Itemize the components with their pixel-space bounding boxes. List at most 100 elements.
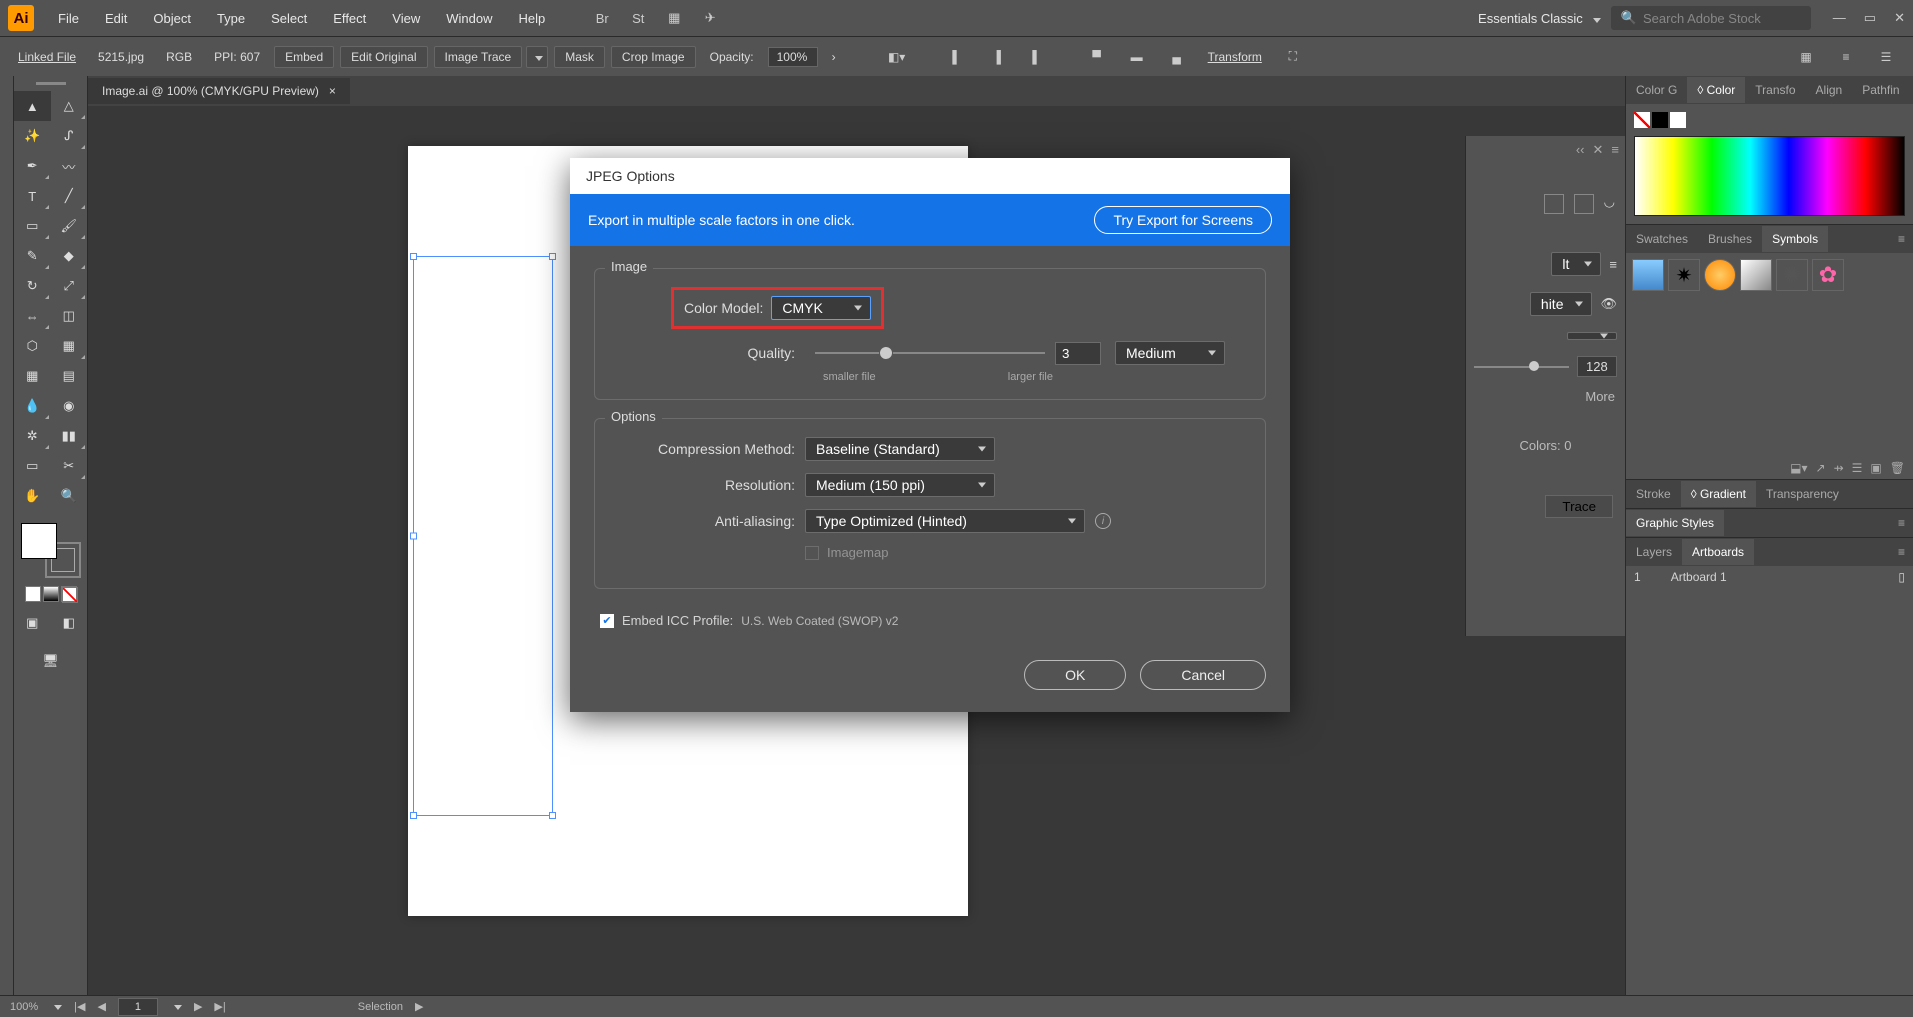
toolbox-grip[interactable]: [36, 82, 66, 85]
stock-icon[interactable]: St: [625, 5, 651, 31]
workspace-selector[interactable]: Essentials Classic: [1470, 7, 1609, 30]
eraser-tool[interactable]: ◆: [51, 241, 88, 271]
selection-frame[interactable]: [413, 256, 553, 816]
tab-brushes[interactable]: Brushes: [1698, 226, 1762, 252]
scale-tool[interactable]: ⤢: [51, 271, 88, 301]
color-mode-swatches[interactable]: [25, 586, 77, 602]
anti-aliasing-select[interactable]: Type Optimized (Hinted): [805, 509, 1085, 533]
menu-help[interactable]: Help: [506, 5, 557, 32]
hidden-slider-value[interactable]: 128: [1577, 356, 1617, 377]
panel-icon-3[interactable]: ☰: [1873, 44, 1899, 70]
symbols-delete-icon[interactable]: 🗑: [1890, 461, 1905, 475]
graph-tool[interactable]: ▮▮: [51, 421, 88, 451]
quality-input[interactable]: [1055, 342, 1101, 365]
align-left-icon[interactable]: ▌: [944, 44, 970, 70]
menu-file[interactable]: File: [46, 5, 91, 32]
menu-select[interactable]: Select: [259, 5, 319, 32]
eyedropper-tool[interactable]: 💧: [14, 391, 51, 421]
symbol-6[interactable]: ✿: [1812, 259, 1844, 291]
hidden-select-2[interactable]: hite: [1530, 292, 1593, 316]
shape-builder-tool[interactable]: ⬡: [14, 331, 51, 361]
tab-color[interactable]: ◊ Color: [1687, 77, 1745, 103]
embed-button[interactable]: Embed: [274, 46, 334, 68]
close-icon[interactable]: ✕: [1894, 10, 1905, 26]
symbols-options-icon[interactable]: ☰: [1852, 461, 1863, 475]
curvature-tool[interactable]: 〰: [51, 151, 88, 181]
nav-last-icon[interactable]: ▶|: [214, 1000, 225, 1013]
screen-mode-tool[interactable]: ▣: [14, 608, 51, 638]
maximize-icon[interactable]: ▭: [1864, 10, 1876, 26]
search-stock-input[interactable]: 🔍 Search Adobe Stock: [1611, 6, 1811, 30]
symbol-2[interactable]: ✷: [1668, 259, 1700, 291]
free-transform-tool[interactable]: ◫: [51, 301, 88, 331]
compression-select[interactable]: Baseline (Standard): [805, 437, 995, 461]
shaper-tool[interactable]: ✎: [14, 241, 51, 271]
perspective-tool[interactable]: ▦: [51, 331, 88, 361]
hidden-select-3[interactable]: [1567, 332, 1617, 340]
bridge-icon[interactable]: Br: [589, 5, 615, 31]
hidden-select-1[interactable]: lt: [1551, 252, 1601, 276]
direct-selection-tool[interactable]: △: [51, 91, 88, 121]
tab-align[interactable]: Align: [1806, 77, 1853, 103]
tab-layers[interactable]: Layers: [1626, 539, 1682, 565]
line-tool[interactable]: ╱: [51, 181, 88, 211]
symbol-5[interactable]: ✺: [1776, 259, 1808, 291]
align-middle-icon[interactable]: ▬: [1124, 44, 1150, 70]
nav-first-icon[interactable]: |◀: [74, 1000, 85, 1013]
symbols-lib-icon[interactable]: ⬓▾: [1790, 461, 1807, 475]
nav-next-icon[interactable]: ▶: [194, 1000, 202, 1013]
resolution-select[interactable]: Medium (150 ppi): [805, 473, 995, 497]
hidden-icon-1[interactable]: [1544, 194, 1564, 214]
color-spectrum[interactable]: [1634, 136, 1905, 216]
document-tab-close-icon[interactable]: ×: [329, 84, 336, 98]
hand-tool[interactable]: ✋: [14, 481, 51, 511]
color-model-select[interactable]: CMYK: [771, 296, 871, 320]
recolor-icon[interactable]: ◧▾: [884, 44, 910, 70]
artboard-row[interactable]: 1 Artboard 1 ▯: [1626, 566, 1913, 588]
zoom-tool[interactable]: 🔍: [51, 481, 88, 511]
align-right-icon[interactable]: ▌: [1024, 44, 1050, 70]
hidden-slider[interactable]: [1474, 366, 1569, 368]
transform-link[interactable]: Transform: [1200, 50, 1270, 64]
tab-symbols[interactable]: Symbols: [1762, 226, 1828, 252]
artboard-nav-input[interactable]: 1: [118, 998, 158, 1016]
panel-close-icon[interactable]: ✕: [1593, 142, 1604, 158]
tab-pathfinder[interactable]: Pathfin: [1852, 77, 1909, 103]
align-bottom-icon[interactable]: ▄: [1164, 44, 1190, 70]
mesh-tool[interactable]: ▦: [14, 361, 51, 391]
gpu-icon[interactable]: ✈: [697, 5, 723, 31]
tab-artboards[interactable]: Artboards: [1682, 539, 1754, 565]
hidden-icon-3[interactable]: ◡: [1604, 194, 1615, 214]
crop-button[interactable]: Crop Image: [611, 46, 696, 68]
status-arrow-icon[interactable]: ▶: [415, 1000, 423, 1013]
minimize-icon[interactable]: —: [1833, 10, 1846, 26]
tab-gradient[interactable]: ◊ Gradient: [1681, 481, 1756, 507]
panel-menu-gs-icon[interactable]: ≡: [1890, 516, 1913, 530]
try-export-button[interactable]: Try Export for Screens: [1094, 206, 1272, 234]
edit-original-button[interactable]: Edit Original: [340, 46, 427, 68]
menu-view[interactable]: View: [380, 5, 432, 32]
tab-stroke[interactable]: Stroke: [1626, 481, 1681, 507]
symbol-4[interactable]: [1740, 259, 1772, 291]
type-tool[interactable]: T: [14, 181, 51, 211]
slice-tool[interactable]: ✂: [51, 451, 88, 481]
selection-tool[interactable]: ▲: [14, 91, 51, 121]
change-screen-icon[interactable]: 🖥: [14, 646, 87, 676]
align-top-icon[interactable]: ▀: [1084, 44, 1110, 70]
align-center-icon[interactable]: ▐: [984, 44, 1010, 70]
menu-edit[interactable]: Edit: [93, 5, 139, 32]
more-link[interactable]: More: [1466, 385, 1625, 408]
gradient-tool[interactable]: ▤: [51, 361, 88, 391]
rotate-tool[interactable]: ↻: [14, 271, 51, 301]
blend-tool[interactable]: ◉: [51, 391, 88, 421]
lasso-tool[interactable]: ᔑ: [51, 121, 88, 151]
symbol-1[interactable]: [1632, 259, 1664, 291]
tab-color-guide[interactable]: Color G: [1626, 77, 1687, 103]
quality-slider[interactable]: [815, 352, 1045, 354]
width-tool[interactable]: ⇔: [14, 301, 51, 331]
menu-window[interactable]: Window: [434, 5, 504, 32]
panel-icon-1[interactable]: ▦: [1793, 44, 1819, 70]
artboard-orient-icon[interactable]: ▯: [1898, 570, 1905, 584]
cancel-button[interactable]: Cancel: [1140, 660, 1266, 690]
tab-swatches[interactable]: Swatches: [1626, 226, 1698, 252]
